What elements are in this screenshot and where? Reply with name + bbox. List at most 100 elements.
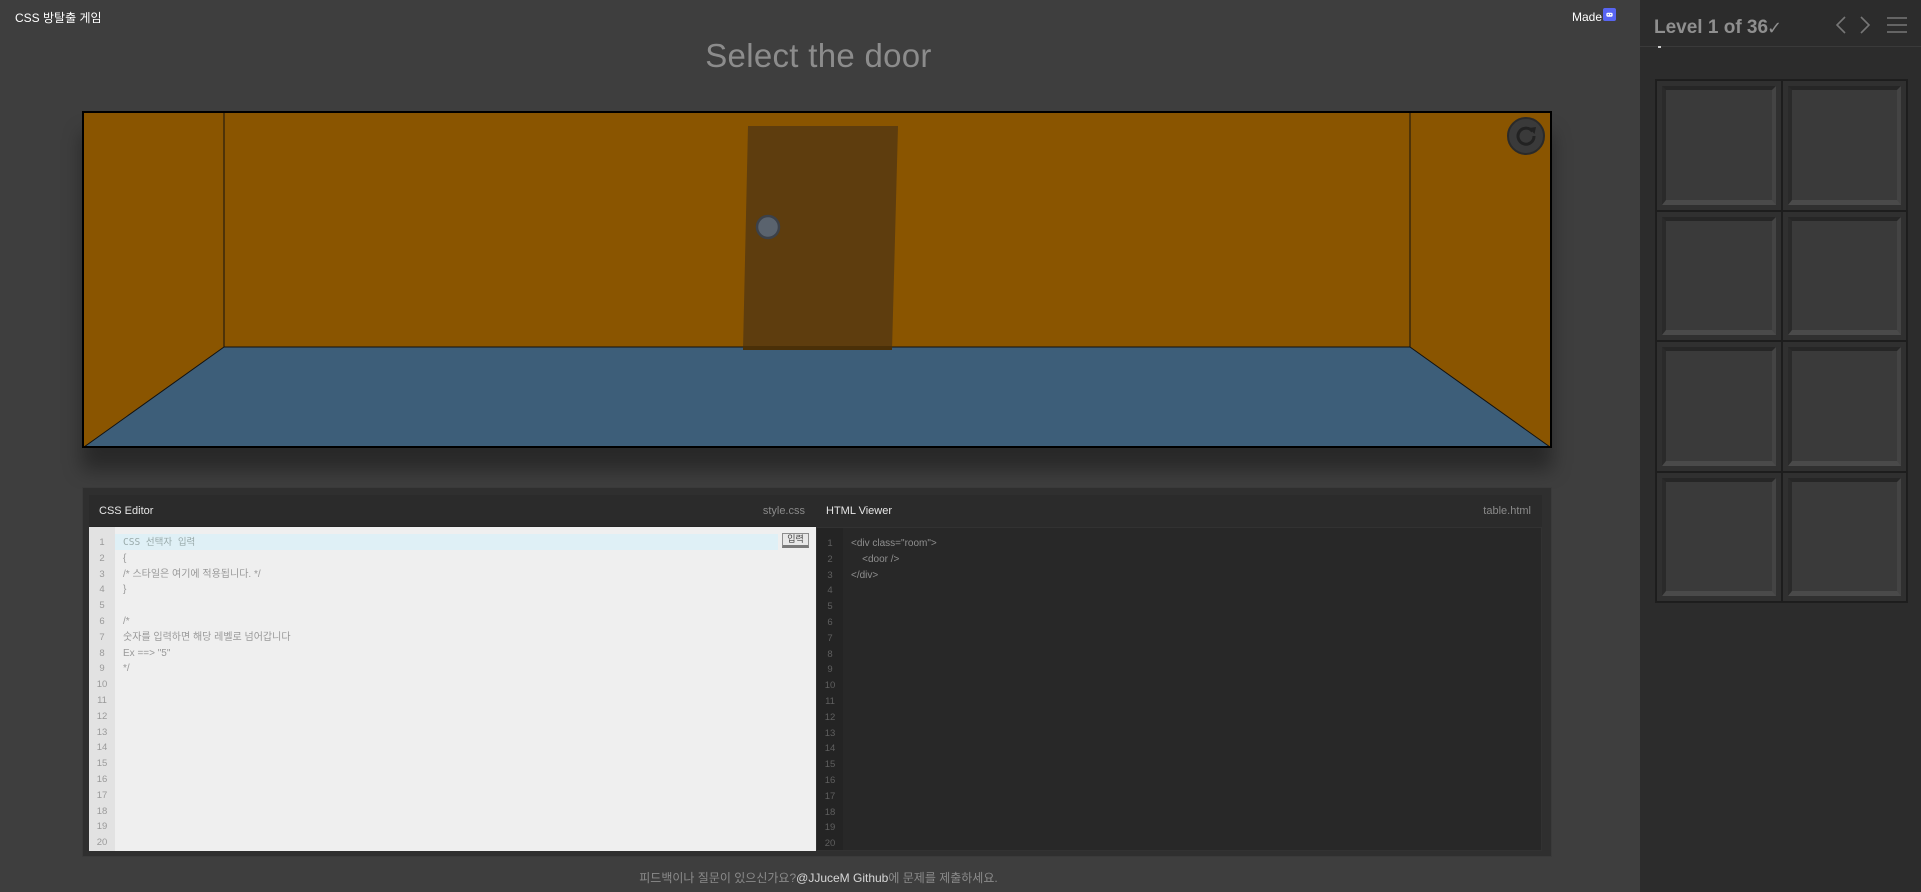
line-number: 10 bbox=[96, 679, 108, 691]
line-number: 7 bbox=[99, 631, 105, 643]
inventory-slot[interactable] bbox=[1781, 471, 1907, 602]
css-editor-header: CSS Editor style.css bbox=[89, 495, 816, 527]
html-viewer-title: HTML Viewer bbox=[826, 505, 893, 517]
refresh-icon[interactable] bbox=[1507, 117, 1545, 155]
line-number: 9 bbox=[99, 663, 105, 675]
page-heading: Select the door bbox=[705, 37, 932, 74]
line-number: 8 bbox=[99, 647, 105, 659]
footer-suffix: 에 문제를 제출하세요. bbox=[888, 871, 998, 885]
line-number: 18 bbox=[824, 806, 836, 818]
chevron-right-icon[interactable] bbox=[1858, 15, 1872, 40]
footer-prefix: 피드백이나 질문이 있으신가요? bbox=[639, 871, 797, 885]
line-number: 11 bbox=[825, 695, 835, 707]
line-number: 20 bbox=[96, 837, 108, 849]
line-number: 16 bbox=[824, 774, 836, 786]
css-editor-filename: style.css bbox=[762, 504, 805, 517]
inventory-slot[interactable] bbox=[1656, 210, 1782, 341]
code-line: } bbox=[123, 584, 127, 596]
css-line-numbers: 1 2 3 4 5 6 7 8 9 10 11 12 13 14 15 16 17 18 19 20 bbox=[89, 527, 115, 851]
line-number: 1 bbox=[827, 538, 833, 549]
line-number: 2 bbox=[99, 552, 105, 564]
github-link[interactable]: @JJuceM Github bbox=[796, 871, 888, 885]
line-number: 19 bbox=[824, 822, 836, 834]
line-number: 5 bbox=[99, 600, 105, 612]
code-line: CSS 선택자 입력 bbox=[123, 537, 196, 548]
sidebar: Level 1 of 36 ✓ bbox=[1640, 0, 1921, 892]
line-number: 13 bbox=[824, 727, 836, 739]
code-line: <div class="room"> bbox=[851, 538, 937, 549]
chevron-left-icon[interactable] bbox=[1834, 15, 1848, 40]
footer: 피드백이나 질문이 있으신가요?@JJuceM Github에 문제를 제출하세… bbox=[0, 869, 1637, 886]
line-number: 1 bbox=[99, 537, 105, 548]
css-editor-pane: CSS Editor style.css 1 2 3 4 5 6 7 8 9 10 11 12 13 14… bbox=[89, 495, 816, 851]
line-number: 12 bbox=[96, 710, 108, 722]
line-number: 12 bbox=[824, 711, 836, 723]
html-viewer-header: HTML Viewer table.html bbox=[816, 495, 1542, 527]
code-line: /* bbox=[123, 615, 130, 627]
code-line: /* 스타일은 여기에 적용됩니다. */ bbox=[123, 568, 261, 580]
line-number: 9 bbox=[827, 664, 833, 676]
hamburger-menu-icon[interactable] bbox=[1886, 15, 1908, 40]
line-number: 14 bbox=[96, 742, 108, 754]
inventory-slot[interactable] bbox=[1656, 80, 1782, 211]
inventory-slot[interactable] bbox=[1781, 80, 1907, 211]
html-line-numbers: 1 2 3 4 5 6 7 8 9 10 11 12 13 14 15 16 17 18 19 20 bbox=[817, 528, 843, 850]
code-line: <door /> bbox=[851, 553, 900, 565]
line-number: 14 bbox=[824, 743, 836, 755]
line-number: 15 bbox=[824, 759, 836, 771]
line-number: 6 bbox=[99, 615, 105, 627]
html-code-area: <div class="room"> <door /> </div> bbox=[843, 528, 1541, 850]
level-progress-bar bbox=[1658, 46, 1661, 48]
line-number: 20 bbox=[824, 838, 836, 850]
line-number: 17 bbox=[96, 789, 108, 801]
made-label: Made bbox=[1572, 10, 1603, 24]
line-number: 17 bbox=[824, 790, 836, 802]
discord-icon[interactable] bbox=[1603, 8, 1617, 21]
css-code-area[interactable]: 입력 CSS 선택자 입력{/* 스타일은 여기에 적용됩니다. */}/* 숫자… bbox=[115, 527, 816, 851]
code-line: Ex ==> "5" bbox=[123, 647, 171, 659]
inventory-slot[interactable] bbox=[1656, 471, 1782, 602]
inventory-slot[interactable] bbox=[1781, 210, 1907, 341]
editor-frame: CSS Editor style.css 1 2 3 4 5 6 7 8 9 10 11 12 13 14… bbox=[82, 487, 1552, 857]
inventory-slot[interactable] bbox=[1656, 341, 1782, 472]
inventory-slot[interactable] bbox=[1781, 341, 1907, 472]
css-editor-title: CSS Editor bbox=[99, 504, 154, 517]
door[interactable] bbox=[743, 126, 898, 350]
code-line: */ bbox=[123, 663, 130, 675]
html-viewer-filename: table.html bbox=[1483, 505, 1531, 517]
code-line: { bbox=[123, 552, 127, 564]
line-number: 8 bbox=[827, 648, 833, 660]
line-number: 3 bbox=[827, 569, 833, 581]
level-indicator: Level 1 of 36 bbox=[1654, 17, 1769, 38]
line-number: 18 bbox=[96, 805, 108, 817]
line-number: 16 bbox=[96, 773, 108, 785]
game-main-area: CSS 방탈출 게임 Made Select the door CSS Edit… bbox=[0, 0, 1640, 892]
line-number: 13 bbox=[96, 726, 108, 738]
door-knob bbox=[755, 214, 781, 240]
made-by-link[interactable]: Made bbox=[1572, 8, 1617, 24]
checkmark-icon: ✓ bbox=[1767, 18, 1783, 38]
line-number: 15 bbox=[96, 758, 108, 770]
room-scene bbox=[82, 111, 1552, 448]
